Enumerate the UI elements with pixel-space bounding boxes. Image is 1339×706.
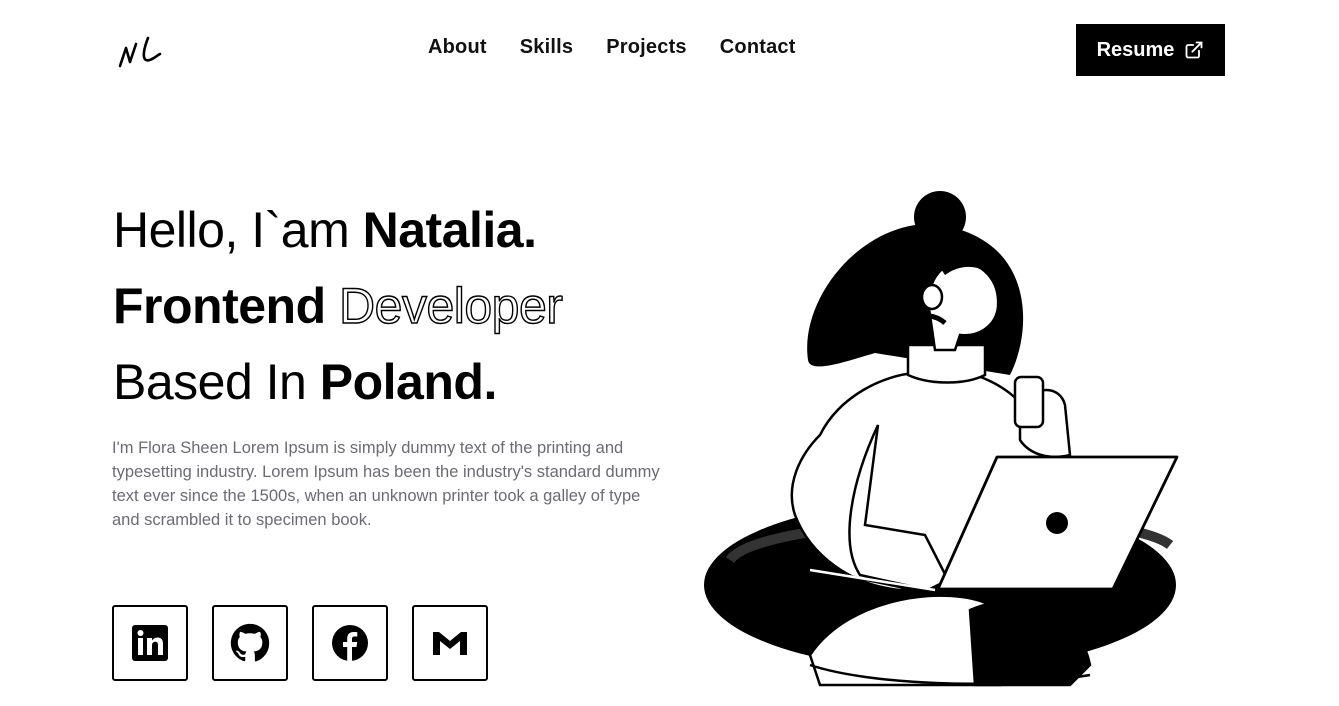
social-links bbox=[112, 605, 488, 681]
nav-projects[interactable]: Projects bbox=[606, 36, 687, 59]
nav-about[interactable]: About bbox=[428, 36, 487, 59]
gmail-icon bbox=[433, 632, 467, 655]
location-country: Poland. bbox=[319, 354, 498, 410]
hero-description: I'm Flora Sheen Lorem Ipsum is simply du… bbox=[112, 439, 660, 529]
facebook-icon bbox=[332, 625, 368, 661]
facebook-button[interactable] bbox=[312, 605, 388, 681]
greeting-text: Hello, I`am bbox=[113, 202, 363, 258]
resume-button[interactable]: Resume bbox=[1076, 24, 1225, 76]
role-frontend: Frontend bbox=[113, 278, 340, 334]
hero-name: Natalia. bbox=[362, 202, 537, 258]
logo[interactable] bbox=[116, 32, 166, 72]
linkedin-button[interactable] bbox=[112, 605, 188, 681]
hero-heading: Hello, I`am Natalia. Frontend Developer … bbox=[113, 192, 713, 420]
role-developer: Developer bbox=[338, 277, 563, 334]
linkedin-icon bbox=[132, 625, 168, 661]
nav-skills[interactable]: Skills bbox=[520, 36, 573, 59]
github-icon bbox=[230, 623, 270, 662]
github-button[interactable] bbox=[212, 605, 288, 681]
hero-line-role: Frontend Developer bbox=[113, 268, 713, 344]
hero-illustration bbox=[704, 191, 1179, 687]
nav-contact[interactable]: Contact bbox=[720, 36, 796, 59]
main-nav: About Skills Projects Contact bbox=[428, 36, 796, 59]
location-prefix: Based In bbox=[113, 354, 320, 410]
site-header: About Skills Projects Contact Resume bbox=[0, 0, 1339, 100]
external-link-icon bbox=[1185, 41, 1203, 59]
hero-line-location: Based In Poland. bbox=[113, 344, 713, 420]
gmail-button[interactable] bbox=[412, 605, 488, 681]
hero-line-greeting: Hello, I`am Natalia. bbox=[113, 192, 713, 268]
resume-label: Resume bbox=[1096, 38, 1175, 61]
